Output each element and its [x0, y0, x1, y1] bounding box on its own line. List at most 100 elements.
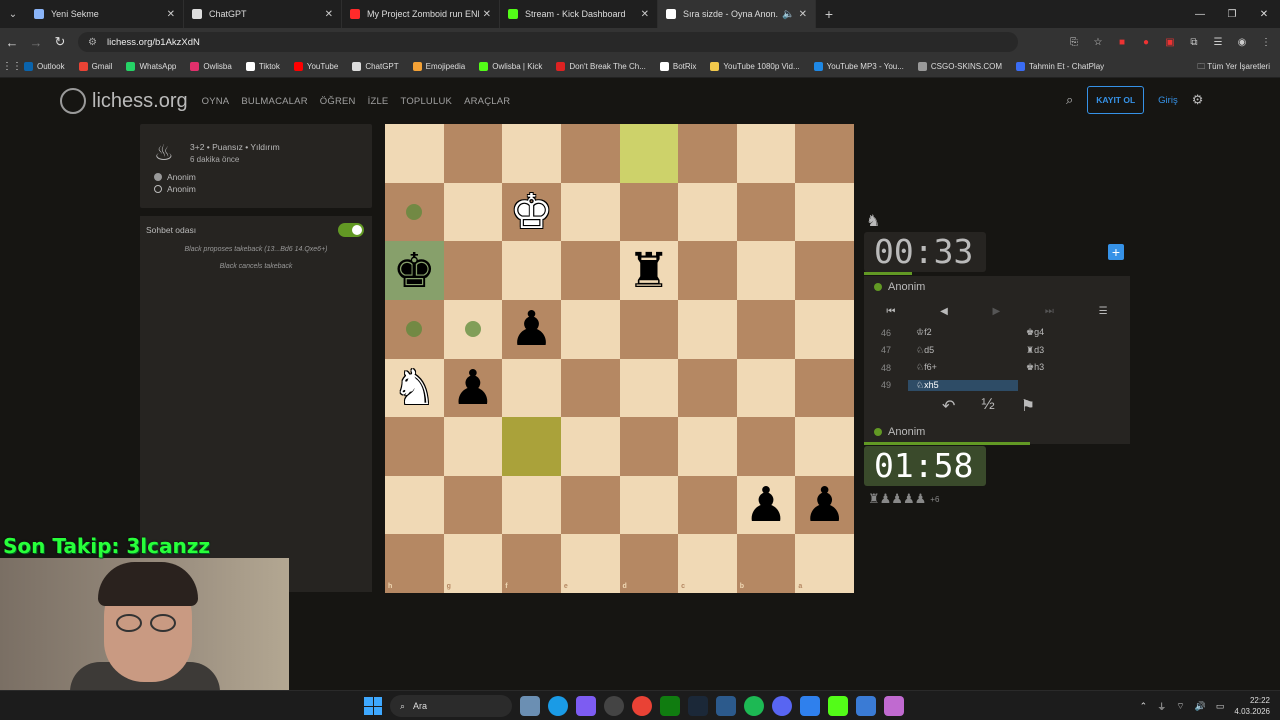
tray-chevron-icon[interactable]: ⌃ — [1140, 701, 1148, 712]
black-move[interactable]: ♚h3 — [1018, 362, 1128, 373]
wifi-icon[interactable]: ⌔ — [1176, 701, 1184, 712]
close-icon[interactable]: ✕ — [167, 9, 175, 20]
chrome-icon[interactable] — [632, 696, 652, 716]
close-icon[interactable]: ✕ — [325, 9, 333, 20]
steam-icon[interactable] — [688, 696, 708, 716]
board-square[interactable] — [560, 182, 620, 242]
speaker-icon[interactable]: 🔈 — [782, 9, 794, 20]
reload-icon[interactable]: ↻ — [48, 34, 72, 50]
network-app-icon[interactable] — [856, 696, 876, 716]
knight-menu-icon[interactable]: ♞ — [866, 211, 880, 231]
vscode-icon[interactable] — [800, 696, 820, 716]
black-pawn[interactable]: ♟ — [444, 359, 503, 418]
tab-search-icon[interactable]: ⌄ — [0, 0, 26, 28]
board-square[interactable] — [560, 475, 620, 535]
bookmark-item[interactable]: ChatGPT — [352, 62, 399, 71]
board-square[interactable] — [619, 534, 679, 593]
board-square[interactable] — [736, 124, 796, 183]
volume-icon[interactable]: 🔊 — [1195, 701, 1206, 712]
board-square[interactable] — [502, 124, 561, 183]
hamburger-menu-icon[interactable]: ☰ — [1099, 306, 1108, 317]
board-square[interactable] — [619, 299, 679, 359]
bookmark-item[interactable]: Tiktok — [245, 62, 280, 71]
board-square[interactable] — [678, 182, 737, 242]
taskbar-search[interactable]: ⌕ Ara — [390, 695, 512, 717]
board-square[interactable] — [443, 534, 503, 593]
white-move[interactable]: ♘f6+ — [908, 362, 1018, 373]
board-square[interactable] — [795, 182, 854, 242]
add-time-button[interactable]: + — [1108, 244, 1124, 260]
board-square[interactable] — [443, 182, 503, 242]
xbox-icon[interactable] — [660, 696, 680, 716]
board-square[interactable] — [736, 534, 796, 593]
board-square[interactable] — [619, 124, 679, 183]
white-move[interactable]: ♘d5 — [908, 345, 1018, 356]
black-rook[interactable]: ♜ — [620, 241, 679, 300]
board-square[interactable] — [678, 534, 737, 593]
login-link[interactable]: Giriş — [1158, 95, 1178, 106]
board-square[interactable] — [678, 124, 737, 183]
board-square[interactable] — [619, 475, 679, 535]
board-square[interactable] — [678, 358, 737, 418]
board-square[interactable] — [385, 417, 444, 476]
board-square[interactable] — [678, 475, 737, 535]
board-square[interactable] — [560, 124, 620, 183]
extensions-icon[interactable]: ⧉ — [1186, 32, 1202, 52]
board-square[interactable] — [678, 417, 737, 476]
all-bookmarks[interactable]: 🗀 Tüm Yer İşaretleri — [1197, 61, 1270, 75]
windows-start-icon[interactable] — [364, 697, 382, 715]
board-square[interactable] — [443, 417, 503, 476]
battery-icon[interactable]: ▭ — [1216, 701, 1225, 712]
takeback-icon[interactable]: ↶ — [942, 396, 955, 416]
resign-flag-icon[interactable]: ⚑ — [1021, 396, 1035, 416]
bookmark-item[interactable]: Gmail — [78, 62, 112, 71]
bookmark-item[interactable]: YouTube 1080p Vid... — [710, 62, 800, 71]
board-square[interactable] — [560, 417, 620, 476]
profile-avatar-icon[interactable]: ◉ — [1234, 32, 1250, 52]
edge-icon[interactable] — [548, 696, 568, 716]
install-icon[interactable]: ⎘ — [1066, 32, 1082, 52]
chess-board[interactable]: ♚ ♚ ♜ ♟ ♞ ♟ ♟ ♟ 1 2 3 4 5 6 7 8 h g f e d c b a — [385, 124, 854, 593]
board-square[interactable] — [560, 241, 620, 300]
board-square[interactable] — [560, 299, 620, 359]
black-pawn[interactable]: ♟ — [737, 476, 796, 535]
nav-puzzles[interactable]: BULMACALAR — [241, 96, 307, 107]
board-square[interactable] — [502, 534, 561, 593]
board-square[interactable] — [678, 241, 737, 300]
close-window-icon[interactable]: ✕ — [1248, 0, 1280, 28]
board-square[interactable] — [502, 241, 561, 300]
board-square[interactable] — [736, 358, 796, 418]
bookmark-item[interactable]: Don't Break The Ch... — [556, 62, 646, 71]
board-square[interactable] — [795, 241, 854, 300]
tab-chatgpt[interactable]: ChatGPT ✕ — [184, 0, 342, 28]
white-move[interactable]: ♔f2 — [908, 327, 1018, 338]
discord-icon[interactable] — [772, 696, 792, 716]
board-square[interactable] — [736, 182, 796, 242]
settings-gear-icon[interactable]: ⚙ — [1192, 92, 1204, 108]
board-square[interactable] — [443, 124, 503, 183]
board-square[interactable] — [736, 299, 796, 359]
board-square[interactable] — [502, 417, 561, 476]
signup-button[interactable]: KAYIT OL — [1087, 86, 1145, 114]
extension-new-icon[interactable]: ▣ — [1162, 32, 1178, 52]
lichess-app-icon[interactable] — [884, 696, 904, 716]
back-icon[interactable]: ← — [0, 35, 24, 50]
board-square[interactable] — [443, 475, 503, 535]
tab-lichess[interactable]: Sıra sizde - Oyna Anon. • li🔈 ✕ — [658, 0, 816, 28]
board-square[interactable] — [795, 358, 854, 418]
bookmark-item[interactable]: Tahmin Et - ChatPlay — [1016, 62, 1104, 71]
new-tab-icon[interactable]: + — [816, 6, 842, 22]
extension-red-icon[interactable]: ■ — [1114, 32, 1130, 52]
board-square[interactable] — [795, 417, 854, 476]
site-info-icon[interactable]: ⚙ — [88, 37, 97, 48]
board-square[interactable] — [678, 299, 737, 359]
bookmark-item[interactable]: Outlook — [24, 62, 65, 71]
clock-tray[interactable]: 22:22 4.03.2026 — [1234, 695, 1270, 717]
top-player-name[interactable]: Anonim — [888, 281, 925, 293]
search-icon[interactable]: ⌕ — [1066, 92, 1073, 108]
white-king[interactable]: ♚ — [502, 183, 561, 242]
chat-toggle[interactable] — [338, 223, 364, 237]
star-icon[interactable]: ☆ — [1090, 32, 1106, 52]
board-square[interactable] — [385, 475, 444, 535]
reading-list-icon[interactable]: ☰ — [1210, 32, 1226, 52]
